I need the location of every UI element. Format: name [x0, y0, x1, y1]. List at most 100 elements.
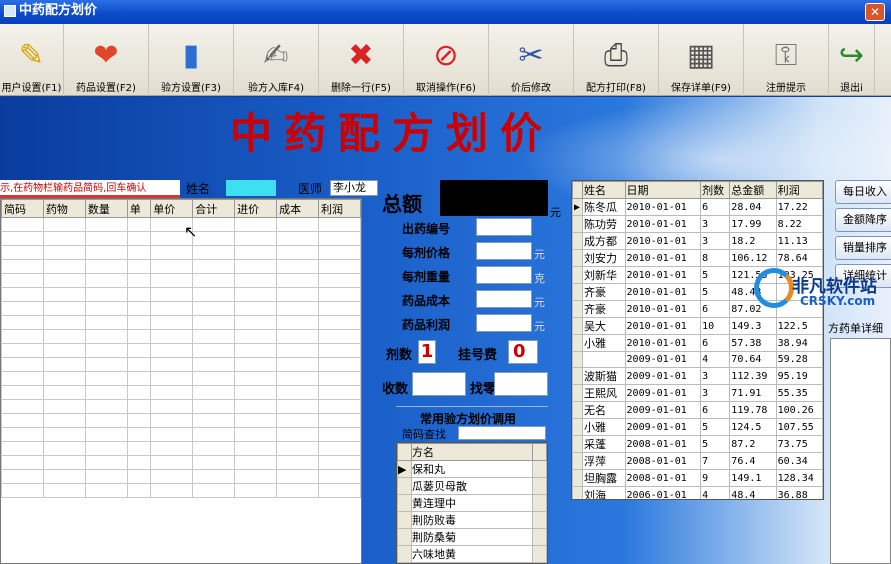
records-cell[interactable]: 2010-01-01	[624, 249, 702, 267]
records-cell[interactable]: 107.55	[775, 418, 823, 436]
grid-cell[interactable]	[234, 315, 278, 330]
common-formula-list[interactable]: 方名▶保和丸瓜蒌贝母散黄连理中荆防败毒荆防桑菊六味地黄龙胆泻肝	[396, 442, 548, 564]
records-row[interactable]: 小雅 2010-01-01 6 57.38 38.94	[572, 334, 823, 352]
grid-cell[interactable]	[1, 441, 44, 456]
grid-column-header[interactable]: 单价	[150, 199, 194, 218]
records-row[interactable]: 小雅 2009-01-01 5 124.5 107.55	[572, 418, 823, 436]
formula-name[interactable]: 六味地黄	[411, 545, 533, 563]
records-cell[interactable]: 11.13	[775, 232, 823, 250]
grid-cell[interactable]	[150, 357, 194, 372]
formula-name[interactable]: 保和丸	[411, 460, 533, 478]
grid-cell[interactable]	[1, 469, 44, 484]
records-cell[interactable]: 28.04	[729, 198, 777, 216]
records-cell[interactable]: 6	[700, 300, 731, 318]
records-cell[interactable]: 149.3	[729, 317, 777, 335]
records-row[interactable]: 坦胸露 2008-01-01 9 149.1 128.34	[572, 469, 823, 487]
grid-cell[interactable]	[192, 427, 236, 442]
toolbar-button[interactable]: ❤ 药品设置(F2)	[64, 24, 149, 96]
grid-cell[interactable]	[318, 259, 361, 274]
records-cell[interactable]: 17.22	[775, 198, 823, 216]
records-cell[interactable]: 2010-01-01	[624, 317, 702, 335]
records-cell[interactable]: 2008-01-01	[624, 452, 702, 470]
grid-cell[interactable]	[192, 259, 236, 274]
grid-cell[interactable]	[234, 399, 278, 414]
grid-row[interactable]	[1, 273, 361, 288]
grid-cell[interactable]	[42, 357, 86, 372]
grid-cell[interactable]	[318, 231, 361, 246]
grid-row[interactable]	[1, 413, 361, 428]
grid-cell[interactable]	[126, 301, 152, 316]
grid-column-header[interactable]: 数量	[84, 199, 128, 218]
records-cell[interactable]: 陈冬瓜	[582, 198, 626, 216]
side-button[interactable]: 销量排序	[835, 236, 891, 260]
records-cell[interactable]: 3	[700, 384, 731, 402]
formula-row[interactable]: 荆防败毒	[397, 511, 547, 529]
records-cell[interactable]: 5	[700, 283, 731, 301]
grid-cell[interactable]	[318, 315, 361, 330]
grid-cell[interactable]	[234, 273, 278, 288]
grid-cell[interactable]	[234, 231, 278, 246]
records-row[interactable]: 吴大 2010-01-01 10 149.3 122.5	[572, 317, 823, 335]
grid-cell[interactable]	[126, 343, 152, 358]
grid-cell[interactable]	[318, 371, 361, 386]
grid-cell[interactable]	[276, 469, 320, 484]
records-cell[interactable]: 2010-01-01	[624, 266, 702, 284]
formula-name[interactable]: 荆防桑菊	[411, 528, 533, 546]
grid-cell[interactable]	[276, 385, 320, 400]
grid-cell[interactable]	[318, 357, 361, 372]
grid-cell[interactable]	[318, 455, 361, 470]
records-cell[interactable]: 17.99	[729, 215, 777, 233]
grid-cell[interactable]	[318, 483, 361, 498]
records-cell[interactable]: 2009-01-01	[624, 418, 702, 436]
grid-row[interactable]	[1, 357, 361, 372]
records-column-header[interactable]: 日期	[624, 181, 702, 199]
grid-column-header[interactable]: 合计	[192, 199, 236, 218]
grid-cell[interactable]	[318, 245, 361, 260]
grid-cell[interactable]	[42, 287, 86, 302]
grid-cell[interactable]	[42, 399, 86, 414]
grid-row[interactable]	[1, 259, 361, 274]
grid-cell[interactable]	[1, 245, 44, 260]
grid-cell[interactable]	[318, 441, 361, 456]
records-cell[interactable]: 2010-01-01	[624, 283, 702, 301]
records-cell[interactable]: 119.78	[729, 401, 777, 419]
grid-cell[interactable]	[150, 399, 194, 414]
records-cell[interactable]: 36.88	[775, 486, 823, 499]
grid-cell[interactable]	[150, 413, 194, 428]
grid-cell[interactable]	[1, 371, 44, 386]
grid-cell[interactable]	[234, 483, 278, 498]
grid-cell[interactable]	[84, 455, 128, 470]
records-cell[interactable]: 5	[700, 435, 731, 453]
grid-cell[interactable]	[126, 231, 152, 246]
grid-row[interactable]	[1, 287, 361, 302]
formula-row[interactable]: 瓜蒌贝母散	[397, 477, 547, 495]
grid-cell[interactable]	[150, 329, 194, 344]
records-row[interactable]: 刘安力 2010-01-01 8 106.12 78.64	[572, 249, 823, 267]
list-scrollbar[interactable]	[532, 545, 547, 563]
grid-cell[interactable]	[234, 357, 278, 372]
grid-column-header[interactable]: 药物	[42, 199, 86, 218]
list-scrollbar[interactable]	[532, 511, 547, 529]
grid-cell[interactable]	[1, 483, 44, 498]
received-input[interactable]	[412, 372, 466, 396]
records-column-header[interactable]: 总金额	[729, 181, 777, 199]
grid-cell[interactable]	[150, 441, 194, 456]
records-row[interactable]: 浮萍 2008-01-01 7 76.4 60.34	[572, 452, 823, 470]
grid-cell[interactable]	[150, 301, 194, 316]
grid-cell[interactable]	[276, 399, 320, 414]
toolbar-button[interactable]: ⚿ 注册提示	[744, 24, 829, 96]
grid-cell[interactable]	[318, 329, 361, 344]
grid-cell[interactable]	[126, 329, 152, 344]
records-row[interactable]: ▶ 陈冬瓜 2010-01-01 6 28.04 17.22	[572, 198, 823, 216]
records-row[interactable]: 陈功劳 2010-01-01 3 17.99 8.22	[572, 215, 823, 233]
grid-cell[interactable]	[192, 315, 236, 330]
toolbar-button[interactable]: ✍ 验方入库F4)	[234, 24, 319, 96]
grid-cell[interactable]	[192, 483, 236, 498]
name-input[interactable]	[226, 180, 276, 196]
records-cell[interactable]: 59.28	[775, 351, 823, 368]
grid-row[interactable]	[1, 371, 361, 386]
formula-name[interactable]: 瓜蒌贝母散	[411, 477, 533, 495]
records-cell[interactable]: 2009-01-01	[624, 351, 702, 368]
grid-cell[interactable]	[192, 231, 236, 246]
grid-cell[interactable]	[192, 287, 236, 302]
